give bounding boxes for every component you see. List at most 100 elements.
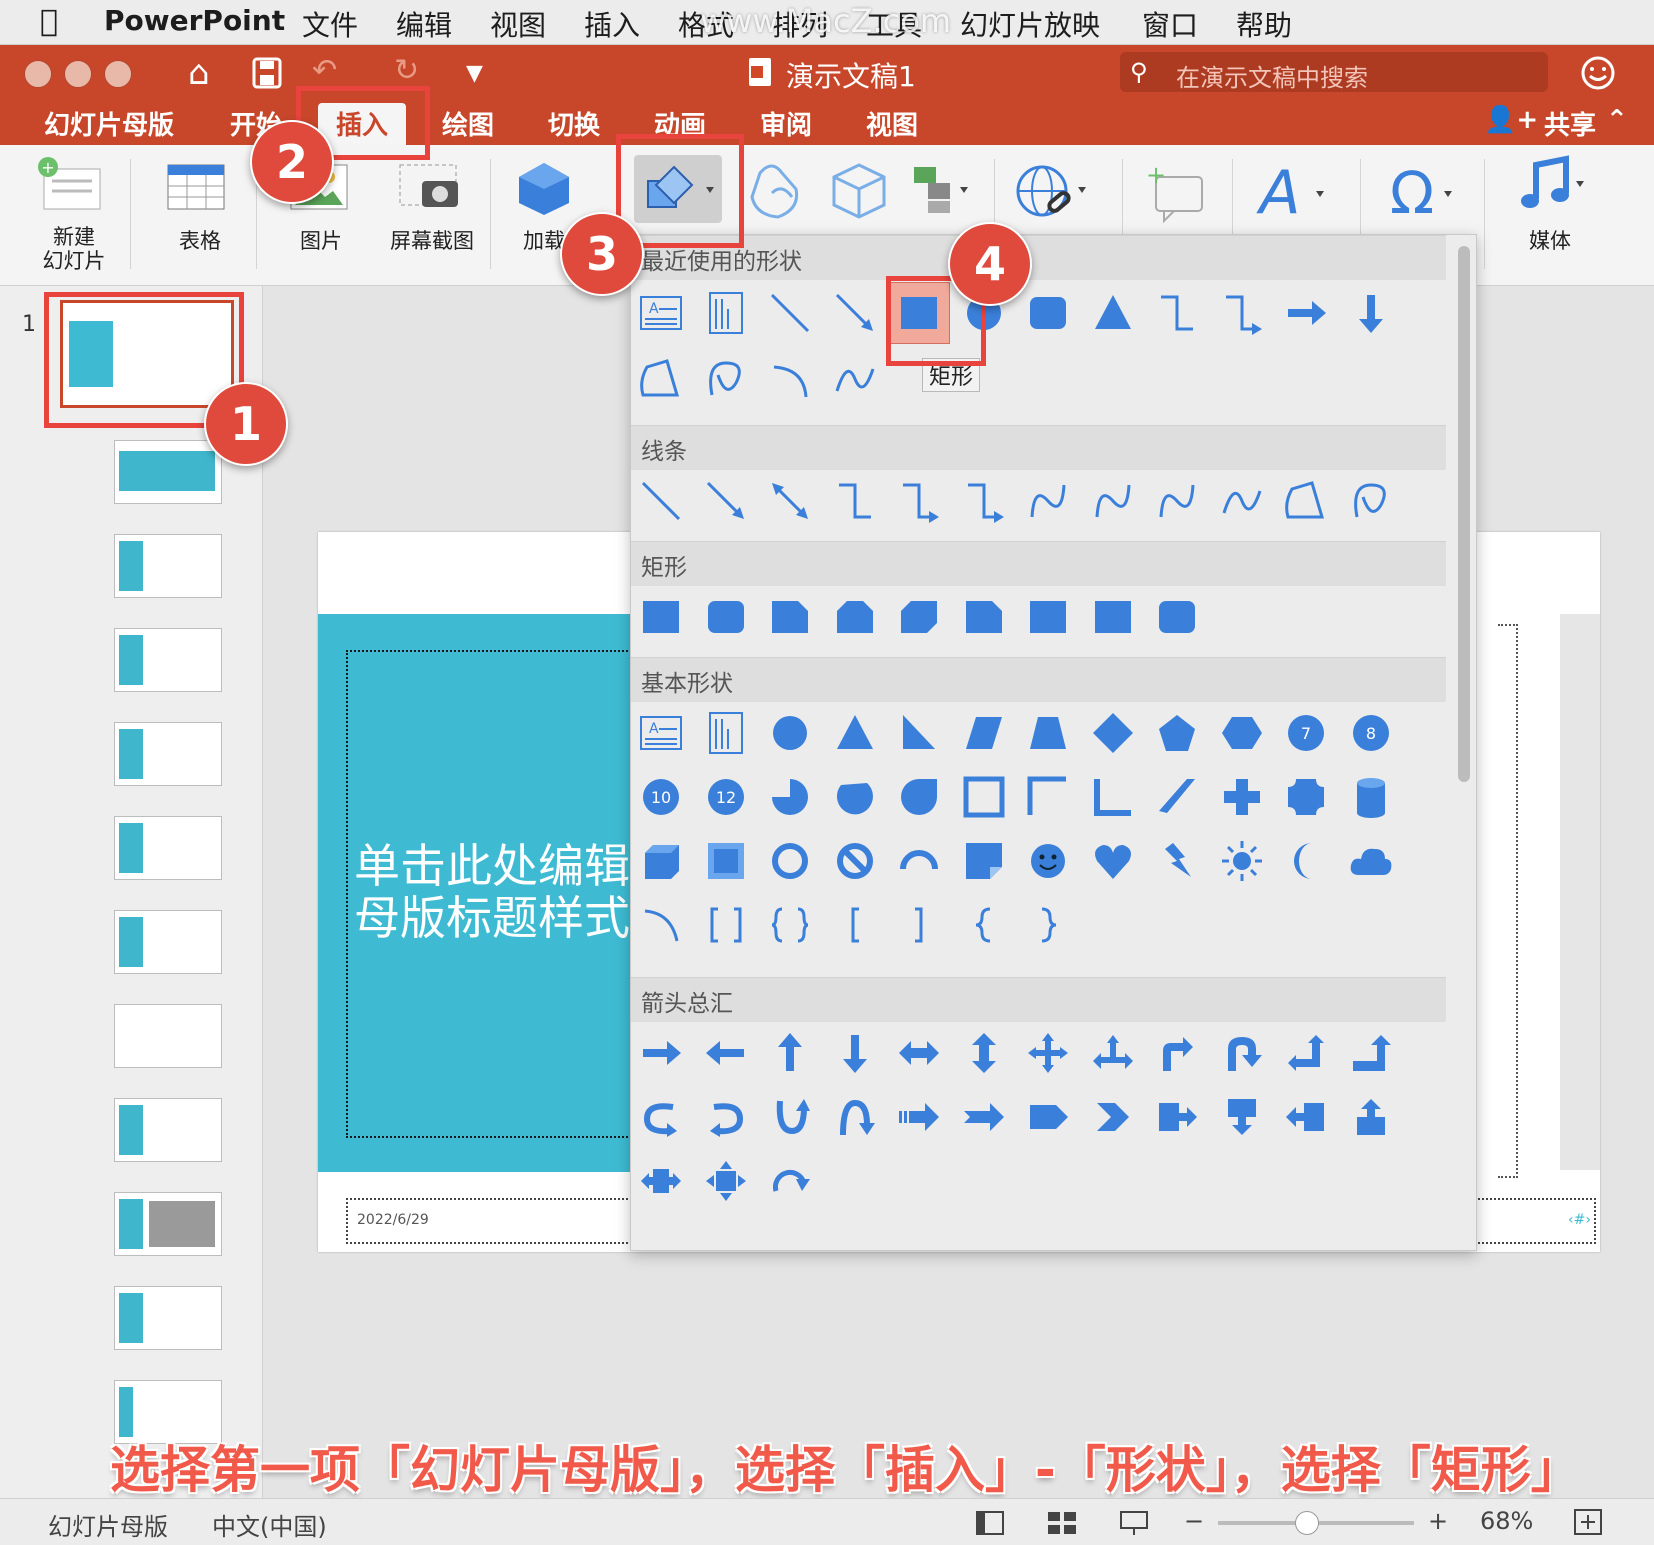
- shape-round-diagonal[interactable]: [1147, 587, 1207, 647]
- shape-cloud[interactable]: [1341, 831, 1401, 891]
- tab-draw[interactable]: 绘图: [442, 105, 494, 142]
- shape-curved-double-arrow[interactable]: [1147, 471, 1207, 531]
- shape-donut[interactable]: [760, 831, 820, 891]
- shape-pentagon-arrow[interactable]: [1018, 1087, 1078, 1147]
- shape-no-symbol[interactable]: [825, 831, 885, 891]
- shape-triangle[interactable]: [825, 703, 885, 763]
- layout-thumbnail[interactable]: [114, 440, 222, 504]
- minimize-window-button[interactable]: [64, 60, 92, 88]
- home-icon[interactable]: ⌂: [188, 53, 210, 93]
- shape-notched-right-arrow[interactable]: [954, 1087, 1014, 1147]
- layout-thumbnail[interactable]: [114, 910, 222, 974]
- redo-icon[interactable]: ↻: [394, 53, 419, 88]
- shape-smiley-face[interactable]: [1018, 831, 1078, 891]
- shape-down-arrow[interactable]: [1341, 283, 1401, 343]
- zoom-window-button[interactable]: [104, 60, 132, 88]
- shape-left-up-arrow[interactable]: [1276, 1023, 1336, 1083]
- menu-edit[interactable]: 编辑: [396, 4, 452, 44]
- 3d-models-icon[interactable]: [826, 159, 892, 225]
- menu-file[interactable]: 文件: [302, 4, 358, 44]
- shape-block-arc[interactable]: [889, 831, 949, 891]
- tab-slide-master[interactable]: 幻灯片母版: [44, 105, 174, 142]
- fit-to-window-icon[interactable]: [1572, 1507, 1604, 1537]
- shape-folded-corner[interactable]: [954, 831, 1014, 891]
- shape-snip-single-corner[interactable]: [760, 587, 820, 647]
- shape-quad-arrow-callout[interactable]: [696, 1151, 756, 1211]
- shape-rectangle[interactable]: [631, 587, 691, 647]
- shape-left-brace[interactable]: [954, 895, 1014, 955]
- shape-diamond[interactable]: [1083, 703, 1143, 763]
- shape-left-right-up-arrow[interactable]: [1083, 1023, 1143, 1083]
- shape-half-frame[interactable]: [1018, 767, 1078, 827]
- shape-left-arrow[interactable]: [696, 1023, 756, 1083]
- comment-icon[interactable]: +: [1142, 165, 1212, 225]
- shape-octagon[interactable]: 8: [1341, 703, 1401, 763]
- shape-arc[interactable]: [631, 895, 691, 955]
- shape-moon[interactable]: [1276, 831, 1336, 891]
- shape-curve[interactable]: [825, 349, 885, 409]
- shape-oval[interactable]: [760, 703, 820, 763]
- slide-title-text[interactable]: 单击此处编辑 母版标题样式: [354, 840, 630, 944]
- tab-view[interactable]: 视图: [866, 105, 918, 142]
- shape-hexagon[interactable]: [1212, 703, 1272, 763]
- presentation-view-icon[interactable]: [1118, 1509, 1150, 1537]
- tab-transitions[interactable]: 切换: [548, 105, 600, 142]
- shape-double-arrow-line[interactable]: [760, 471, 820, 531]
- shape-curved-left-arrow[interactable]: [696, 1087, 756, 1147]
- slide-thumbnail-panel[interactable]: 1: [0, 286, 263, 1498]
- smartart-icon[interactable]: [908, 163, 974, 219]
- shape-heart[interactable]: [1083, 831, 1143, 891]
- shape-up-down-arrow[interactable]: [954, 1023, 1014, 1083]
- shape-elbow-arrow-connector[interactable]: [889, 471, 949, 531]
- zoom-in-button[interactable]: +: [1428, 1507, 1448, 1535]
- share-button[interactable]: 共享: [1544, 105, 1596, 142]
- share-user-icon[interactable]: 👤+: [1484, 105, 1538, 135]
- shapes-gallery[interactable]: 最近使用的形状 线条 矩形 基本形状 箭头总汇 A A 7 8 10 12: [630, 234, 1477, 1251]
- shape-up-arrow-callout[interactable]: [1341, 1087, 1401, 1147]
- shape-striped-right-arrow[interactable]: [889, 1087, 949, 1147]
- menu-slideshow[interactable]: 幻灯片放映: [960, 4, 1100, 44]
- symbol-omega-icon[interactable]: Ω: [1378, 161, 1458, 227]
- shape-chevron[interactable]: [1083, 1087, 1143, 1147]
- shape-cross[interactable]: [1212, 767, 1272, 827]
- collapse-ribbon-icon[interactable]: ⌃: [1606, 105, 1628, 135]
- shape-rounded-rectangle[interactable]: [696, 587, 756, 647]
- shape-curve[interactable]: [1212, 471, 1272, 531]
- shape-elbow-double-arrow[interactable]: [954, 471, 1014, 531]
- menu-insert[interactable]: 插入: [584, 4, 640, 44]
- shape-text-box[interactable]: A: [631, 703, 691, 763]
- shape-chord[interactable]: [825, 767, 885, 827]
- shape-text-box[interactable]: A: [631, 283, 691, 343]
- media-button[interactable]: 媒体: [1500, 155, 1600, 255]
- link-icon[interactable]: [1012, 161, 1092, 227]
- layout-thumbnail[interactable]: [114, 628, 222, 692]
- layout-thumbnail[interactable]: [114, 816, 222, 880]
- search-box[interactable]: ⚲ 在演示文稿中搜索: [1120, 52, 1548, 92]
- layout-thumbnail[interactable]: [114, 1286, 222, 1350]
- shape-quad-arrow[interactable]: [1018, 1023, 1078, 1083]
- shape-right-arrow[interactable]: [631, 1023, 691, 1083]
- shape-plaque[interactable]: [1276, 767, 1336, 827]
- shape-line[interactable]: [631, 471, 691, 531]
- shape-elbow-connector[interactable]: [1147, 283, 1207, 343]
- shape-right-brace[interactable]: [1018, 895, 1078, 955]
- shape-line-arrow[interactable]: [696, 471, 756, 531]
- shape-lightning-bolt[interactable]: [1147, 831, 1207, 891]
- tab-review[interactable]: 审阅: [760, 105, 812, 142]
- shape-freeform[interactable]: [1276, 471, 1336, 531]
- shape-diagonal-stripe[interactable]: [1147, 767, 1207, 827]
- shape-left-right-arrow-callout[interactable]: [631, 1151, 691, 1211]
- save-icon[interactable]: [252, 57, 282, 89]
- shape-elbow-connector[interactable]: [825, 471, 885, 531]
- new-slide-button[interactable]: + 新建 幻灯片: [24, 155, 124, 273]
- apple-icon[interactable]: : [40, 4, 58, 39]
- shape-dodecagon[interactable]: 12: [696, 767, 756, 827]
- shape-double-bracket[interactable]: [696, 895, 756, 955]
- shape-l-shape[interactable]: [1083, 767, 1143, 827]
- shape-right-arrow[interactable]: [1276, 283, 1336, 343]
- shape-elbow-arrow[interactable]: [1212, 283, 1272, 343]
- icons-icon[interactable]: [742, 159, 812, 225]
- shape-right-bracket[interactable]: [889, 895, 949, 955]
- shape-curved-down-arrow[interactable]: [825, 1087, 885, 1147]
- shape-left-bracket[interactable]: [825, 895, 885, 955]
